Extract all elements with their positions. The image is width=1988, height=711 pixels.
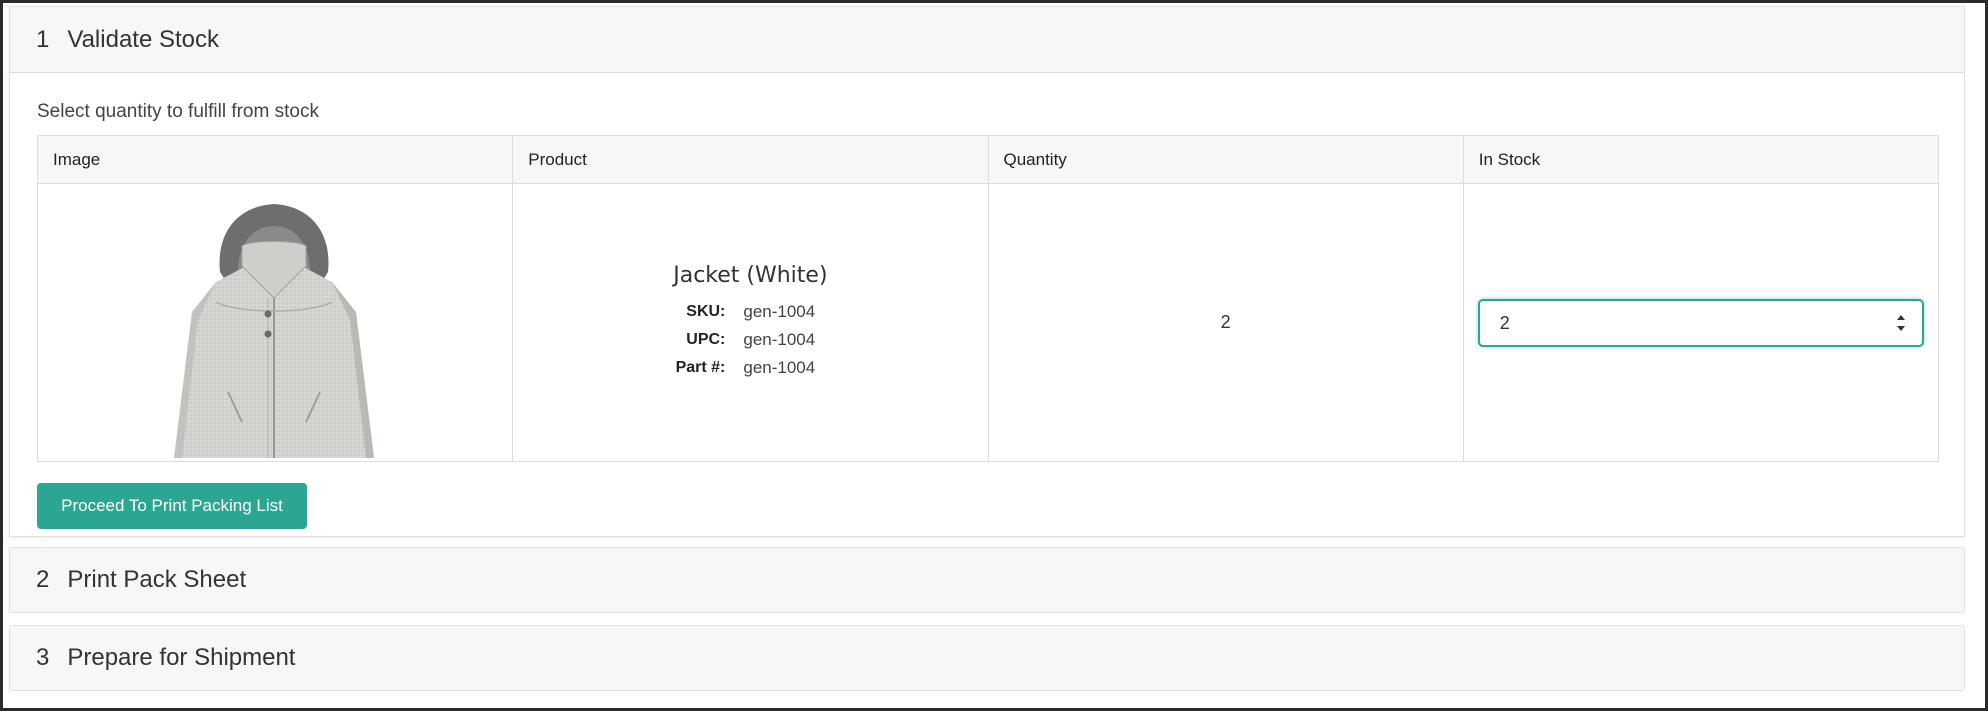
step-1-header[interactable]: 1 Validate Stock [9,6,1965,73]
product-cell: Jacket (White) SKU: gen-1004 UPC: gen-10… [512,183,989,462]
column-header-in-stock: In Stock [1462,135,1940,184]
step-1-title: Validate Stock [67,25,219,53]
fulfillment-frame: 1 Validate Stock Select quantity to fulf… [0,0,1988,711]
step-3-header[interactable]: 3 Prepare for Shipment [9,625,1965,691]
sku-row: SKU: gen-1004 [513,298,987,326]
proceed-to-print-packing-list-button[interactable]: Proceed To Print Packing List [37,483,307,529]
spinner-arrows-icon[interactable] [1894,311,1908,335]
step-2-header[interactable]: 2 Print Pack Sheet [9,547,1965,613]
in-stock-cell [1462,183,1940,462]
column-header-quantity: Quantity [987,135,1464,184]
part-row: Part #: gen-1004 [513,354,987,382]
table-header-row: Image Product Quantity In Stock [36,135,1940,184]
instruction-text: Select quantity to fulfill from stock [37,101,319,122]
stock-table: Image Product Quantity In Stock Jacket (… [36,135,1940,462]
upc-row: UPC: gen-1004 [513,326,987,354]
in-stock-input[interactable] [1479,301,1880,345]
sku-value: gen-1004 [743,302,816,321]
upc-label: UPC: [686,331,726,348]
table-row: Jacket (White) SKU: gen-1004 UPC: gen-10… [36,183,1940,462]
jacket-image [174,204,374,458]
upc-value: gen-1004 [743,330,816,349]
in-stock-stepper[interactable] [1477,299,1924,347]
quantity-cell: 2 [987,183,1464,462]
column-header-image: Image [36,135,514,184]
step-2-title: Print Pack Sheet [67,566,247,593]
part-value: gen-1004 [743,358,816,377]
sku-label: SKU: [686,303,726,320]
step-1-number: 1 [36,25,50,53]
image-cell [36,183,514,462]
step-3-number: 3 [36,644,50,671]
step-1-body: Select quantity to fulfill from stock Im… [9,73,1965,537]
part-label: Part #: [675,359,726,376]
product-name: Jacket (White) [673,263,828,288]
column-header-product: Product [512,135,989,184]
step-2-number: 2 [36,566,50,593]
step-3-title: Prepare for Shipment [67,644,296,671]
